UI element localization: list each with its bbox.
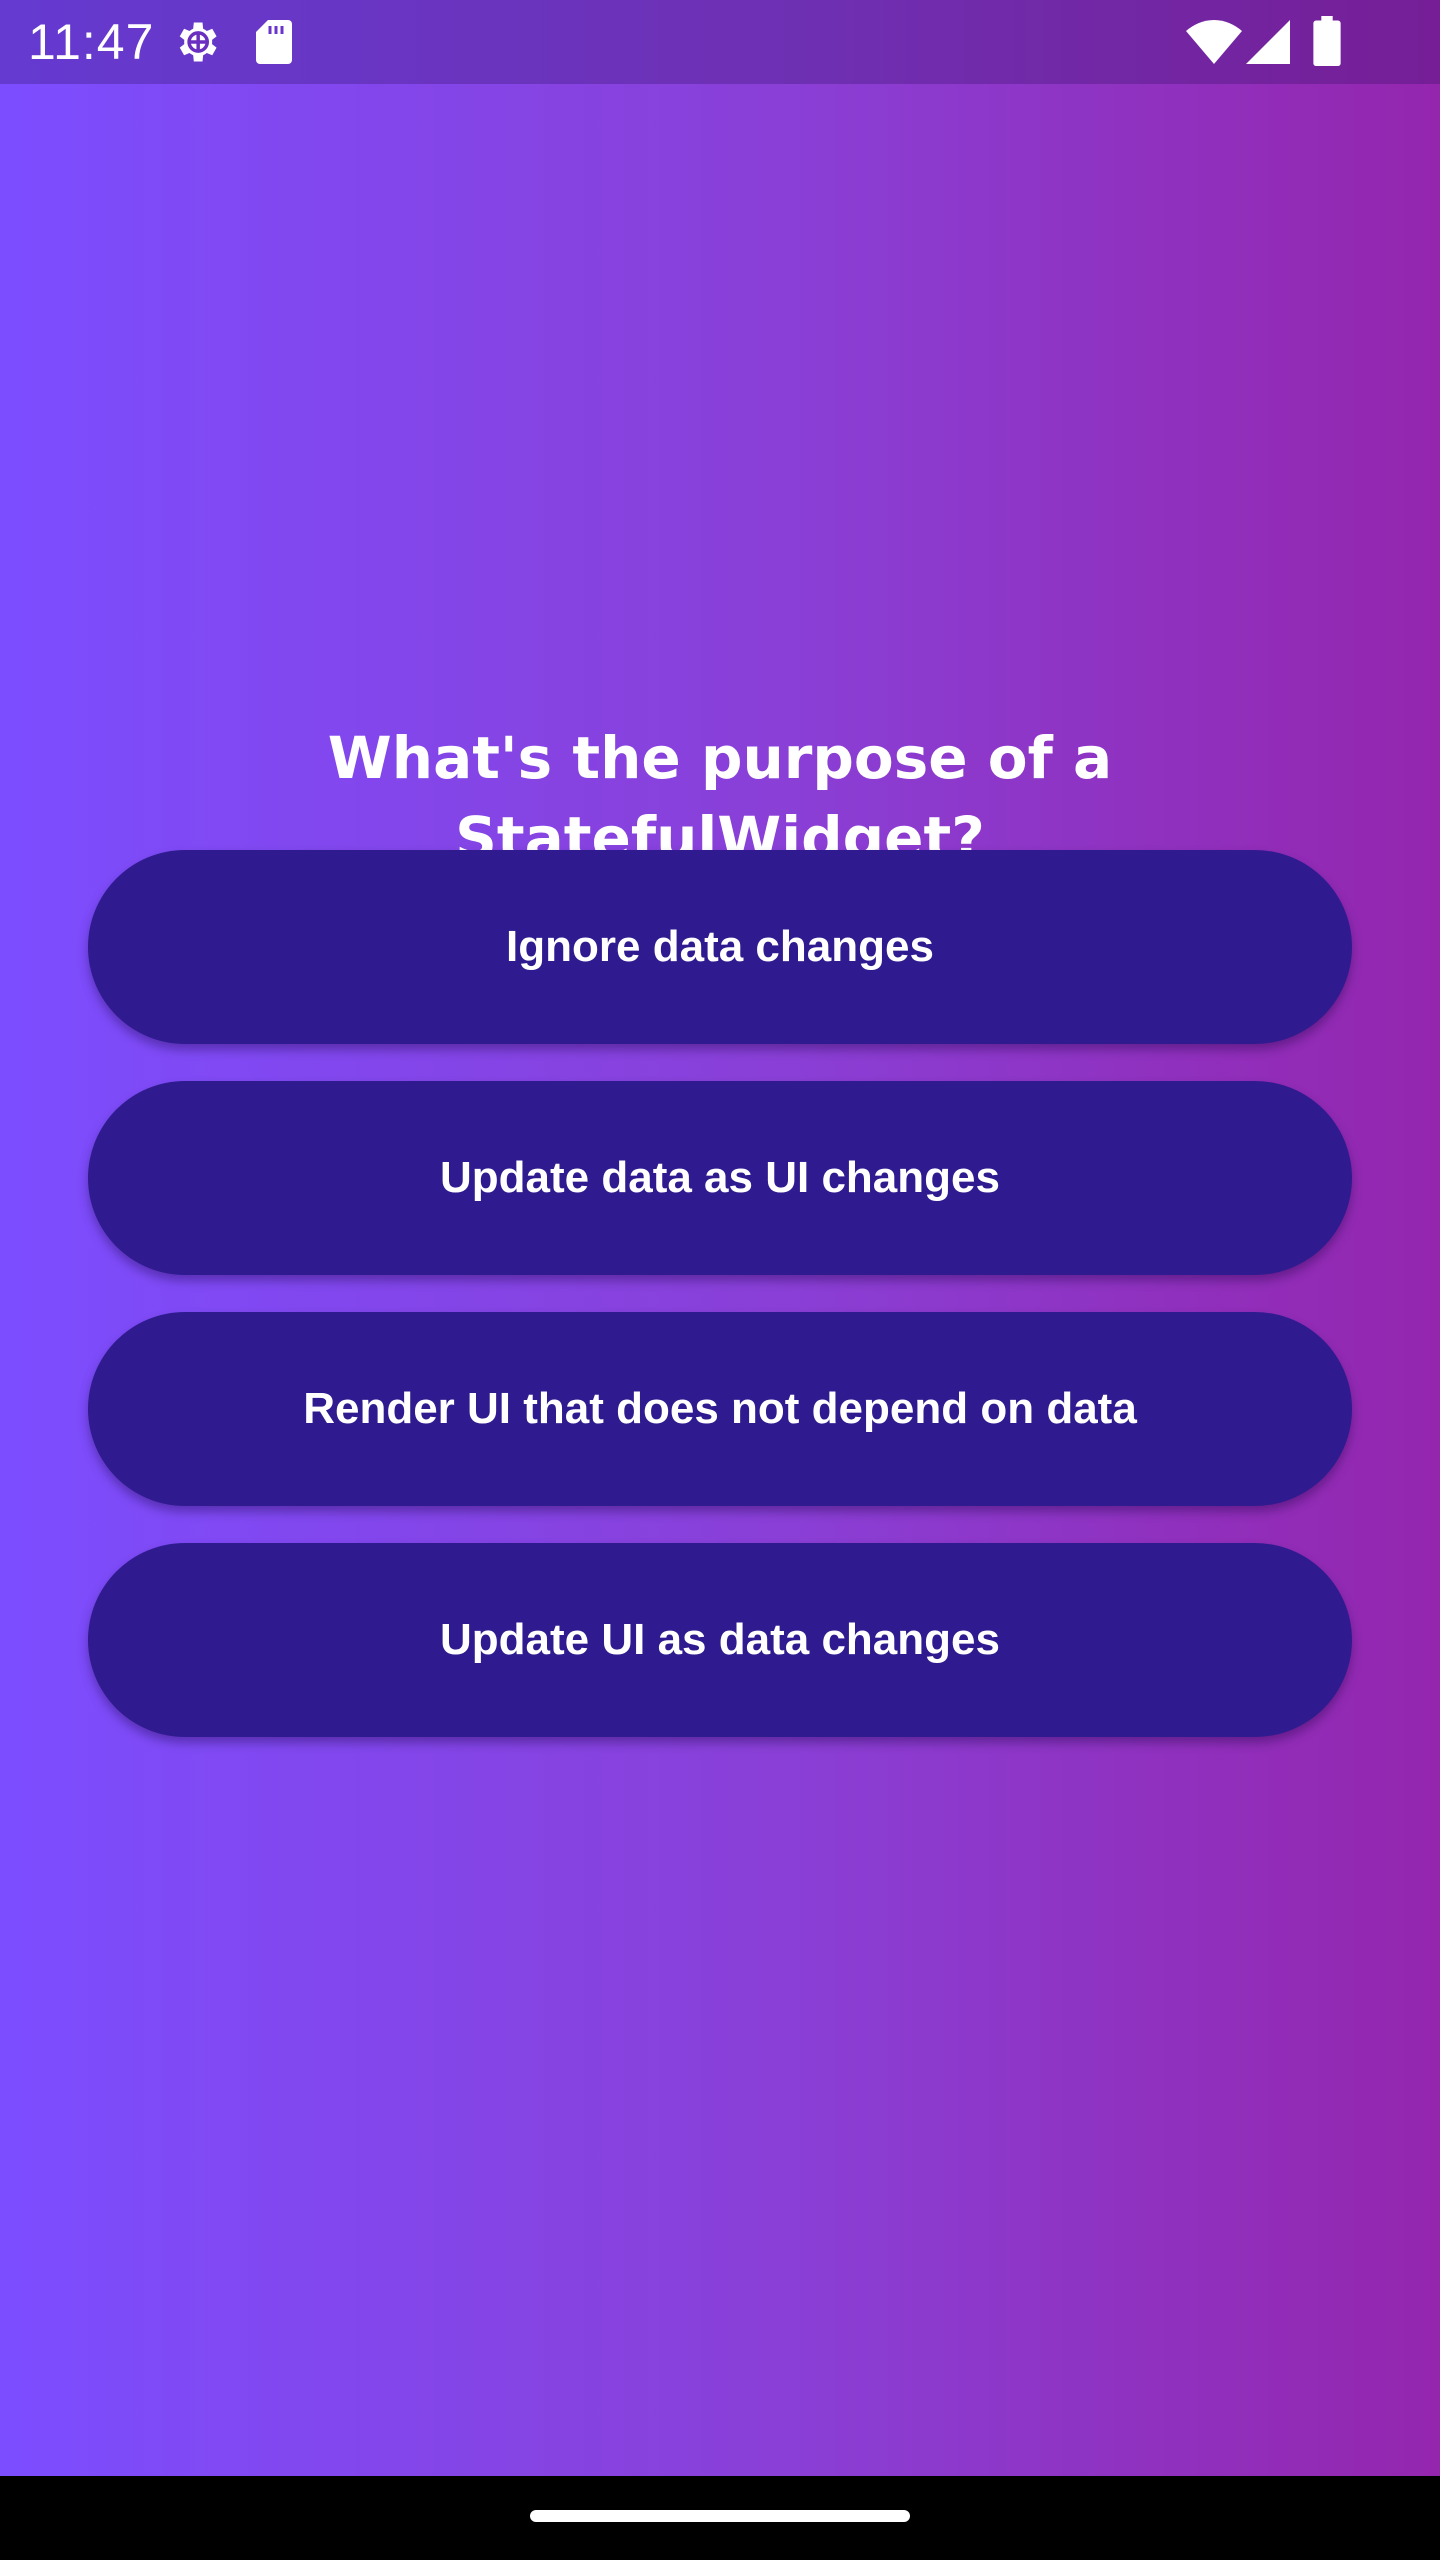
quiz-screen: 11:47 What's the purpose of a StatefulWi… bbox=[0, 0, 1440, 2560]
home-indicator[interactable] bbox=[530, 2510, 910, 2522]
gear-icon bbox=[179, 22, 217, 62]
answer-button-4[interactable]: Update UI as data changes bbox=[88, 1543, 1352, 1737]
answer-button-3[interactable]: Render UI that does not depend on data bbox=[88, 1312, 1352, 1506]
sd-card-icon bbox=[256, 20, 292, 64]
wifi-icon bbox=[1186, 20, 1242, 64]
status-time: 11:47 bbox=[28, 14, 155, 70]
navigation-bar bbox=[0, 2476, 1440, 2560]
battery-icon bbox=[1313, 16, 1341, 66]
status-bar: 11:47 bbox=[0, 0, 1440, 84]
signal-icon bbox=[1246, 20, 1290, 64]
answer-button-2[interactable]: Update data as UI changes bbox=[88, 1081, 1352, 1275]
answer-button-1[interactable]: Ignore data changes bbox=[88, 850, 1352, 1044]
